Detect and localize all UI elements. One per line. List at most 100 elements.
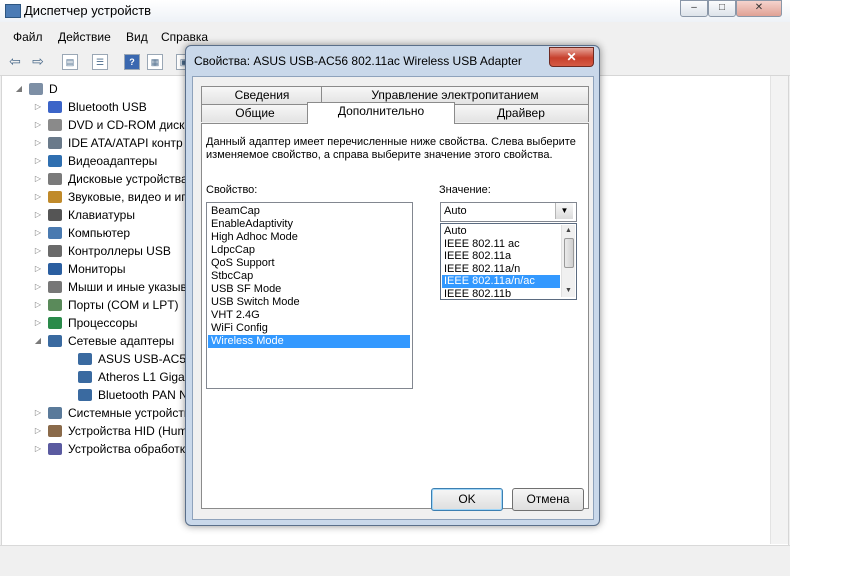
menu-view[interactable]: Вид: [126, 30, 148, 44]
expand-icon[interactable]: ▷: [34, 152, 42, 170]
chevron-down-icon[interactable]: ▼: [555, 203, 573, 219]
property-item[interactable]: Wireless Mode: [208, 335, 410, 348]
details-icon[interactable]: ▦: [147, 54, 163, 70]
expand-icon[interactable]: ▷: [34, 314, 42, 332]
value-option[interactable]: IEEE 802.11b: [442, 288, 560, 300]
property-item[interactable]: USB SF Mode: [208, 283, 410, 296]
app-icon: [5, 4, 21, 18]
expand-icon[interactable]: ▷: [34, 98, 42, 116]
value-dropdown-selected: Auto: [444, 205, 467, 217]
tree-item-label: Процессоры: [68, 316, 138, 330]
minimize-button[interactable]: –: [680, 0, 708, 17]
scroll-thumb[interactable]: [564, 238, 574, 268]
expand-icon[interactable]: ▷: [34, 404, 42, 422]
properties-view-icon[interactable]: ▤: [62, 54, 78, 70]
value-dropdown[interactable]: Auto ▼: [440, 202, 577, 222]
dialog-description: Данный адаптер имеет перечисленные ниже …: [206, 136, 576, 161]
tab-general[interactable]: Общие: [201, 104, 309, 122]
menu-file[interactable]: Файл: [13, 30, 43, 44]
status-bar: [0, 545, 790, 576]
ok-button[interactable]: OK: [431, 488, 503, 511]
tree-item-label: Устройства обработк: [68, 442, 186, 456]
property-item[interactable]: LdpcCap: [208, 244, 410, 257]
advanced-tab-panel: Данный адаптер имеет перечисленные ниже …: [201, 123, 589, 509]
close-button[interactable]: ✕: [736, 0, 782, 17]
network-adapter-icon: [78, 389, 92, 401]
expand-icon[interactable]: ▷: [34, 440, 42, 458]
port-icon: [48, 299, 62, 311]
tab-details[interactable]: Сведения: [201, 86, 323, 104]
tree-item-label: Atheros L1 Gigabit: [98, 370, 198, 384]
tree-item-label: Устройства HID (Hum: [68, 424, 188, 438]
property-item[interactable]: WiFi Config: [208, 322, 410, 335]
collapse-icon[interactable]: ◢: [34, 332, 42, 350]
mouse-icon: [48, 281, 62, 293]
menu-bar: Файл Действие Вид Справка: [0, 27, 790, 47]
expand-icon[interactable]: ▷: [34, 278, 42, 296]
cancel-button[interactable]: Отмена: [512, 488, 584, 511]
expand-icon[interactable]: ▷: [34, 260, 42, 278]
disk-drive-icon: [48, 173, 62, 185]
back-arrow-icon[interactable]: ⇦: [6, 52, 24, 70]
scroll-up-icon[interactable]: ▲: [562, 225, 575, 237]
expand-icon[interactable]: ▷: [34, 296, 42, 314]
value-label: Значение:: [439, 184, 491, 196]
tree-item-label: Bluetooth PAN Net: [98, 388, 198, 402]
value-option[interactable]: IEEE 802.11 ac: [442, 238, 560, 251]
tree-item-label: Звуковые, видео и иг: [68, 190, 186, 204]
expand-icon[interactable]: ▷: [34, 242, 42, 260]
dialog-body: Сведения Управление электропитанием Общи…: [192, 76, 594, 520]
expand-icon[interactable]: ▷: [34, 422, 42, 440]
tree-scrollbar[interactable]: [770, 76, 788, 544]
menu-action[interactable]: Действие: [58, 30, 111, 44]
value-option[interactable]: IEEE 802.11a/n/ac: [442, 275, 560, 288]
property-item[interactable]: USB Switch Mode: [208, 296, 410, 309]
help-icon[interactable]: ?: [124, 54, 140, 70]
value-options-list[interactable]: Auto IEEE 802.11 ac IEEE 802.11a IEEE 802.1…: [440, 223, 577, 300]
value-option[interactable]: IEEE 802.11a/n: [442, 263, 560, 276]
tree-item-label: Мониторы: [68, 262, 126, 276]
tree-item-label: Мыши и иные указыв: [68, 280, 187, 294]
tree-item-label: Видеоадаптеры: [68, 154, 158, 168]
list-view-icon[interactable]: ☰: [92, 54, 108, 70]
tree-item-label: Системные устройства: [68, 406, 197, 420]
property-item[interactable]: StbcCap: [208, 270, 410, 283]
computer-icon: [48, 227, 62, 239]
computer-icon: [29, 83, 43, 95]
property-item[interactable]: High Adhoc Mode: [208, 231, 410, 244]
value-option[interactable]: IEEE 802.11a: [442, 250, 560, 263]
scroll-down-icon[interactable]: ▼: [562, 285, 575, 297]
tree-item-label: Компьютер: [68, 226, 131, 240]
value-list-scrollbar[interactable]: ▲ ▼: [561, 225, 575, 297]
tree-item-label: Контроллеры USB: [68, 244, 171, 258]
expand-icon[interactable]: ▷: [34, 116, 42, 134]
network-adapter-icon: [78, 353, 92, 365]
property-item[interactable]: VHT 2.4G: [208, 309, 410, 322]
usb-controller-icon: [48, 245, 62, 257]
property-item[interactable]: EnableAdaptivity: [208, 218, 410, 231]
property-list[interactable]: BeamCap EnableAdaptivity High Adhoc Mode Ld…: [206, 202, 413, 389]
expand-icon[interactable]: ▷: [34, 206, 42, 224]
display-adapter-icon: [48, 155, 62, 167]
properties-dialog: Свойства: ASUS USB-AC56 802.11ac Wireles…: [185, 45, 600, 526]
tab-driver[interactable]: Драйвер: [453, 104, 589, 122]
expand-icon[interactable]: ▷: [34, 170, 42, 188]
expand-icon[interactable]: ▷: [34, 134, 42, 152]
dvd-drive-icon: [48, 119, 62, 131]
forward-arrow-icon[interactable]: ⇨: [29, 52, 47, 70]
title-bar: Диспетчер устройств – □ ✕: [0, 0, 790, 22]
expand-icon[interactable]: ▷: [34, 224, 42, 242]
tree-item-label: Сетевые адаптеры: [68, 334, 175, 348]
expand-icon[interactable]: ▷: [34, 188, 42, 206]
tree-item-label: Bluetooth USB: [68, 100, 147, 114]
maximize-button[interactable]: □: [708, 0, 736, 17]
monitor-icon: [48, 263, 62, 275]
value-option[interactable]: Auto: [442, 225, 560, 238]
menu-help[interactable]: Справка: [161, 30, 208, 44]
network-adapter-icon: [48, 335, 62, 347]
collapse-icon[interactable]: ◢: [15, 80, 23, 98]
property-item[interactable]: QoS Support: [208, 257, 410, 270]
dialog-close-button[interactable]: ✕: [549, 47, 594, 67]
property-item[interactable]: BeamCap: [208, 205, 410, 218]
tab-advanced[interactable]: Дополнительно: [307, 102, 455, 124]
